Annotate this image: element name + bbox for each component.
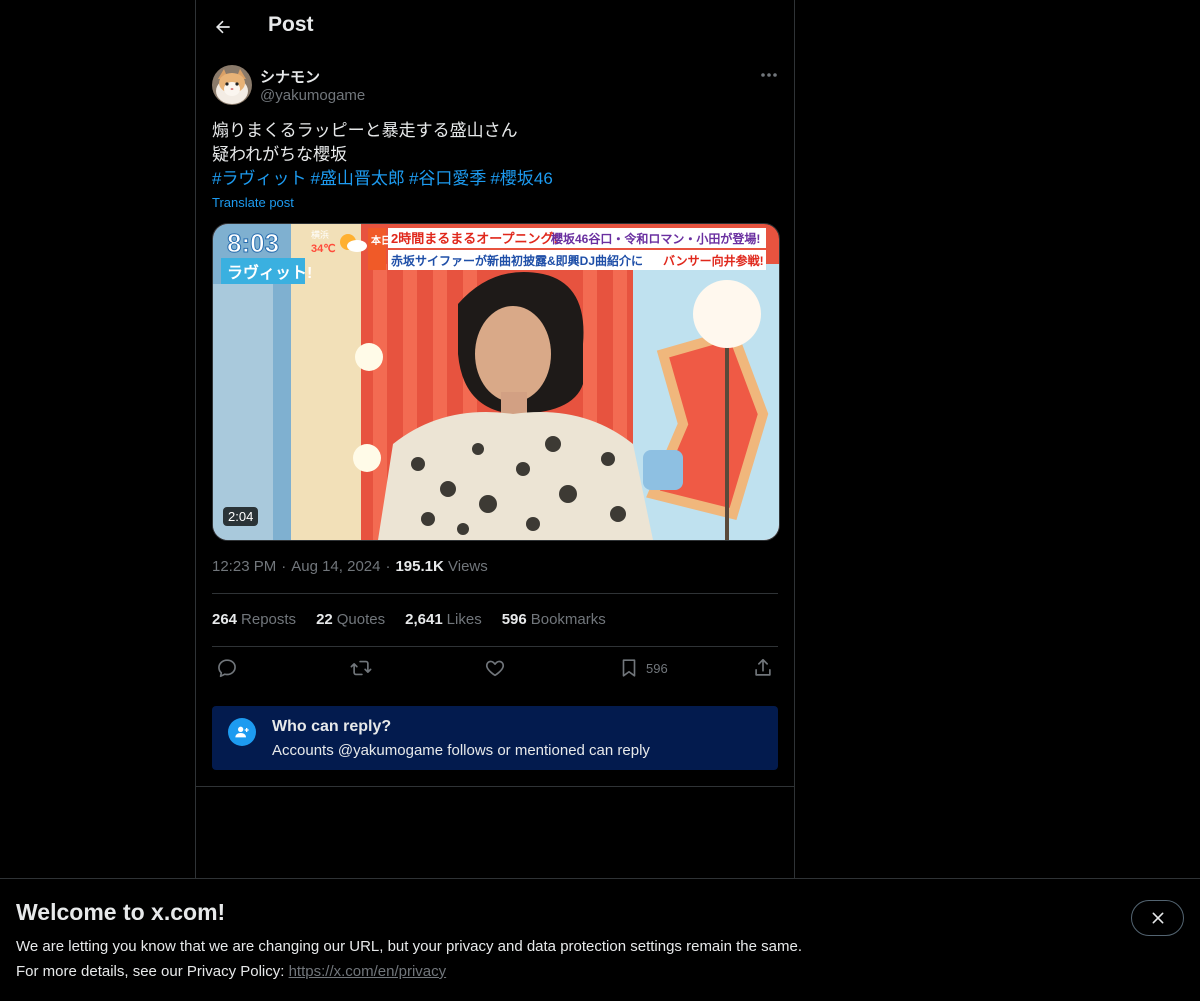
- likes-label: Likes: [446, 611, 482, 628]
- post-column: Post シナモン @yakumogame 煽りまくるラッピーと暴走する盛山さん…: [195, 0, 795, 787]
- repost-icon: [350, 660, 372, 676]
- post-time[interactable]: 12:23 PM: [212, 558, 276, 575]
- reposts-label: Reposts: [241, 611, 297, 628]
- reply-button[interactable]: [216, 657, 238, 679]
- banner-text: For more details, see our Privacy Policy…: [16, 963, 446, 980]
- tv-caption-2b: バンサー向井参戦!: [663, 253, 764, 268]
- who-can-reply-description: Accounts @yakumogame follows or mentione…: [272, 742, 650, 759]
- column-continuation: [195, 787, 795, 879]
- quotes-label: Quotes: [336, 611, 386, 628]
- likes-stat[interactable]: 2,641 Likes: [405, 611, 482, 628]
- views-label: Views: [448, 558, 488, 575]
- quotes-count: 22: [316, 611, 333, 628]
- hashtag-link[interactable]: #ラヴィット: [212, 169, 306, 188]
- banner-title: Welcome to x.com!: [16, 899, 226, 925]
- engagement-stats: 264 Reposts 22 Quotes 2,641 Likes 596 Bookma…: [212, 611, 606, 628]
- back-button[interactable]: [206, 10, 240, 44]
- share-button[interactable]: [752, 657, 774, 679]
- video-duration: 2:04: [223, 507, 259, 526]
- views-count: 195.1K: [395, 558, 444, 575]
- reposts-count: 264: [212, 611, 238, 628]
- page-title: Post: [268, 13, 314, 36]
- hashtag-link[interactable]: #谷口愛季: [409, 169, 486, 188]
- video-frame: 8:03 ラヴィット! 横浜 34℃ 本日は 2時間まるまるオープニング! 櫻坂…: [213, 224, 779, 540]
- user-handle[interactable]: @yakumogame: [260, 87, 365, 104]
- quotes-stat[interactable]: 22 Quotes: [316, 611, 385, 628]
- bookmarks-count: 596: [501, 611, 527, 628]
- post-text-line: 疑われがちな櫻坂: [212, 145, 348, 164]
- post-meta: 12:23 PM · Aug 14, 2024 · 195.1K Views: [212, 558, 488, 575]
- share-icon: [755, 658, 771, 676]
- banner-text-prefix: For more details, see our Privacy Policy…: [16, 963, 289, 980]
- reposts-stat[interactable]: 264 Reposts: [212, 611, 296, 628]
- divider: [212, 593, 778, 594]
- post-text: 煽りまくるラッピーと暴走する盛山さん 疑われがちな櫻坂 #ラヴィット #盛山晋太郎…: [212, 119, 778, 191]
- tv-show-logo: ラヴィット!: [227, 263, 312, 282]
- post-date[interactable]: Aug 14, 2024: [291, 558, 380, 575]
- display-name[interactable]: シナモン: [260, 66, 320, 87]
- post-header: Post: [196, 0, 794, 54]
- like-button[interactable]: [484, 657, 506, 679]
- more-button[interactable]: [754, 64, 784, 86]
- tv-caption-2a: 赤坂サイファーが新曲初披露&即興DJ曲紹介に: [391, 253, 643, 268]
- likes-count: 2,641: [405, 611, 443, 628]
- avatar[interactable]: [212, 65, 252, 105]
- tv-caption-1a: 2時間まるまるオープニング!: [391, 231, 558, 246]
- tv-caption-1b: 櫻坂46谷口・令和ロマン・小田が登場!: [550, 231, 760, 246]
- bookmark-count: 596: [646, 660, 668, 676]
- repost-button[interactable]: [350, 657, 372, 679]
- bookmarks-label: Bookmarks: [530, 611, 606, 628]
- bookmark-button[interactable]: 596: [618, 657, 668, 679]
- privacy-policy-link[interactable]: https://x.com/en/privacy: [289, 963, 447, 980]
- back-arrow-icon: [216, 20, 230, 34]
- hashtag-list: #ラヴィット #盛山晋太郎 #谷口愛季 #櫻坂46: [212, 167, 778, 191]
- like-icon: [485, 660, 505, 677]
- action-bar: 596: [212, 655, 778, 687]
- who-can-reply-title: Who can reply?: [272, 718, 392, 735]
- separator-dot: ·: [281, 558, 287, 575]
- hashtag-link[interactable]: #櫻坂46: [490, 169, 552, 188]
- divider: [212, 646, 778, 647]
- close-banner-button[interactable]: [1131, 900, 1184, 936]
- tv-clock: 8:03: [227, 228, 279, 258]
- video-thumbnail[interactable]: 8:03 ラヴィット! 横浜 34℃ 本日は 2時間まるまるオープニング! 櫻坂…: [212, 223, 780, 541]
- tv-weather-city: 横浜: [311, 229, 329, 240]
- post-text-line: 煽りまくるラッピーと暴走する盛山さん: [212, 121, 518, 140]
- reply-icon: [218, 659, 236, 678]
- bookmarks-stat[interactable]: 596 Bookmarks: [502, 611, 606, 628]
- welcome-banner: Welcome to x.com! We are letting you kno…: [0, 878, 1200, 1001]
- bookmark-icon: [622, 659, 636, 677]
- hashtag-link[interactable]: #盛山晋太郎: [310, 169, 404, 188]
- banner-text: We are letting you know that we are chan…: [16, 938, 802, 955]
- more-icon: [761, 73, 777, 77]
- person-add-icon: [228, 718, 256, 746]
- tv-weather-temp: 34℃: [311, 243, 336, 255]
- close-icon: [1152, 912, 1163, 924]
- who-can-reply-box[interactable]: Who can reply? Accounts @yakumogame foll…: [212, 706, 778, 770]
- translate-post-link[interactable]: Translate post: [212, 195, 294, 210]
- separator-dot: ·: [385, 558, 391, 575]
